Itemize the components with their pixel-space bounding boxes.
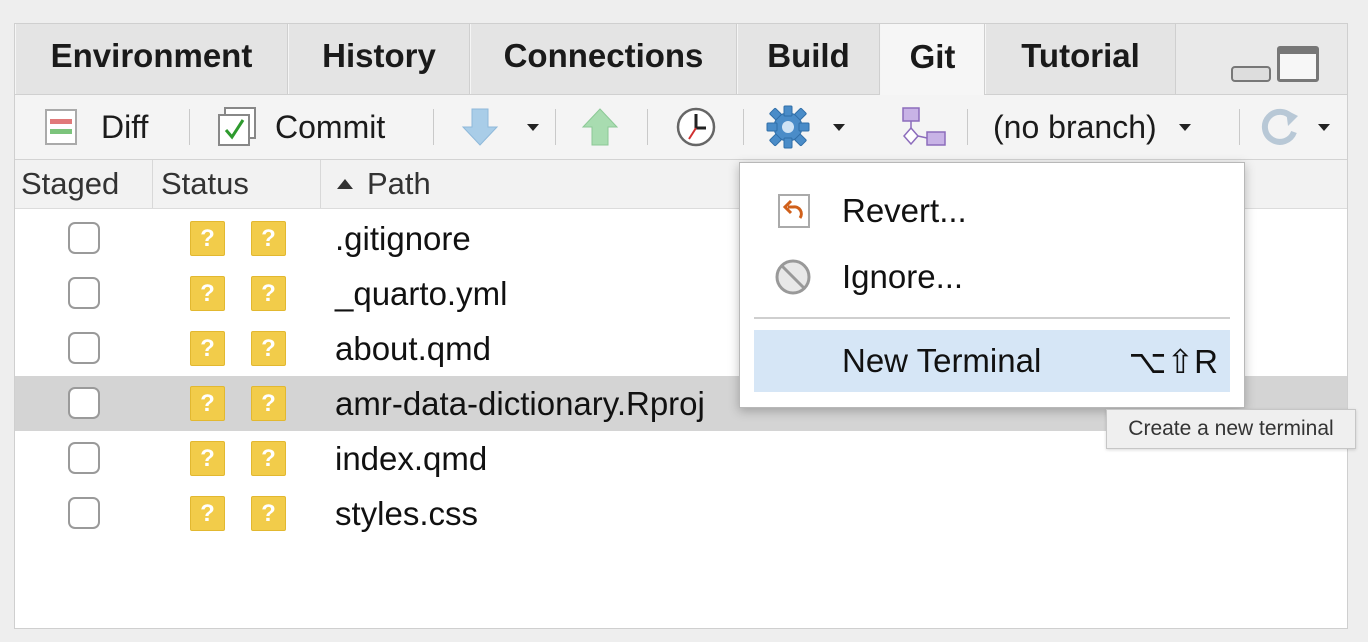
pull-dropdown-caret[interactable] xyxy=(527,123,539,131)
status-badge: ? xyxy=(190,496,225,531)
toolbar-divider xyxy=(647,109,648,145)
menu-item-new-terminal-shortcut: ⌥⇧R xyxy=(1128,342,1218,380)
menu-divider xyxy=(754,317,1230,319)
status-badge: ? xyxy=(251,386,286,421)
toolbar-divider xyxy=(433,109,434,145)
diff-label: Diff xyxy=(101,108,149,145)
history-icon xyxy=(676,107,716,147)
tab-environment[interactable]: Environment xyxy=(15,24,288,94)
staged-checkbox[interactable] xyxy=(68,222,100,254)
tab-connections[interactable]: Connections xyxy=(470,24,737,94)
column-status-label: Status xyxy=(161,166,249,201)
menu-item-new-terminal-label: New Terminal xyxy=(842,342,1042,379)
staged-checkbox[interactable] xyxy=(68,387,100,419)
menu-item-new-terminal[interactable]: New Terminal ⌥⇧R xyxy=(754,330,1230,392)
menu-item-revert-label: Revert... xyxy=(842,192,967,229)
file-path: amr-data-dictionary.Rproj xyxy=(335,384,705,422)
status-badge: ? xyxy=(190,441,225,476)
menu-item-ignore[interactable]: Ignore... xyxy=(754,246,1230,308)
table-row[interactable]: ? ? styles.css xyxy=(15,486,1347,541)
staged-checkbox[interactable] xyxy=(68,442,100,474)
revert-icon xyxy=(778,194,810,228)
maximize-pane-icon[interactable] xyxy=(1277,46,1319,82)
refresh-icon xyxy=(1261,108,1298,145)
status-badge: ? xyxy=(190,386,225,421)
status-badge: ? xyxy=(190,221,225,256)
column-path-label: Path xyxy=(367,166,431,201)
push-button[interactable] xyxy=(581,95,619,159)
gear-icon xyxy=(766,105,810,149)
commit-label: Commit xyxy=(275,108,386,145)
status-badge: ? xyxy=(190,276,225,311)
status-badge: ? xyxy=(190,331,225,366)
refresh-button[interactable] xyxy=(1258,95,1330,159)
staged-checkbox[interactable] xyxy=(68,277,100,309)
more-actions-button[interactable] xyxy=(765,95,845,159)
menu-item-ignore-label: Ignore... xyxy=(842,258,964,295)
commit-button[interactable]: Commit xyxy=(217,95,385,159)
tab-tutorial[interactable]: Tutorial xyxy=(985,24,1176,94)
toolbar-divider xyxy=(555,109,556,145)
status-badge: ? xyxy=(251,441,286,476)
branch-selector[interactable]: (no branch) xyxy=(993,95,1191,159)
toolbar-divider xyxy=(967,109,968,145)
history-button[interactable] xyxy=(675,95,717,159)
toolbar-divider xyxy=(743,109,744,145)
refresh-caret[interactable] xyxy=(1318,123,1330,131)
minimize-pane-icon[interactable] xyxy=(1231,66,1271,82)
file-path: .gitignore xyxy=(335,219,471,257)
push-icon xyxy=(581,108,619,146)
file-path: _quarto.yml xyxy=(335,274,508,312)
tab-git[interactable]: Git xyxy=(880,24,985,95)
menu-item-revert[interactable]: Revert... xyxy=(754,180,1230,242)
file-path: styles.css xyxy=(335,494,479,532)
tab-build[interactable]: Build xyxy=(737,24,880,94)
file-path: about.qmd xyxy=(335,329,491,367)
git-toolbar: Diff Commit (no branch) xyxy=(15,95,1347,160)
tab-bar: Environment History Connections Build Gi… xyxy=(15,24,1347,95)
pull-button[interactable] xyxy=(461,95,539,159)
sort-ascending-icon xyxy=(337,179,353,189)
diff-icon xyxy=(45,109,77,145)
more-actions-caret[interactable] xyxy=(833,123,845,131)
tooltip: Create a new terminal xyxy=(1106,409,1356,449)
branch-graph-button[interactable] xyxy=(901,95,947,159)
column-staged-label: Staged xyxy=(21,166,120,201)
status-badge: ? xyxy=(251,496,286,531)
more-actions-menu: Revert... Ignore... New Terminal ⌥⇧R xyxy=(739,162,1245,408)
status-badge: ? xyxy=(251,276,286,311)
toolbar-divider xyxy=(1239,109,1240,145)
staged-checkbox[interactable] xyxy=(68,497,100,529)
pull-icon xyxy=(461,108,499,146)
column-status[interactable]: Status xyxy=(153,160,321,208)
branch-label: (no branch) xyxy=(993,108,1157,145)
status-badge: ? xyxy=(251,221,286,256)
staged-checkbox[interactable] xyxy=(68,332,100,364)
tab-history[interactable]: History xyxy=(288,24,470,94)
branch-caret xyxy=(1178,123,1191,131)
diff-button[interactable]: Diff xyxy=(45,95,148,159)
window-controls xyxy=(1231,46,1319,82)
status-badge: ? xyxy=(251,331,286,366)
branch-icon xyxy=(902,107,946,146)
file-path: index.qmd xyxy=(335,439,488,477)
commit-icon xyxy=(218,107,256,146)
ignore-icon xyxy=(775,259,811,295)
column-staged[interactable]: Staged xyxy=(15,160,153,208)
toolbar-divider xyxy=(189,109,190,145)
